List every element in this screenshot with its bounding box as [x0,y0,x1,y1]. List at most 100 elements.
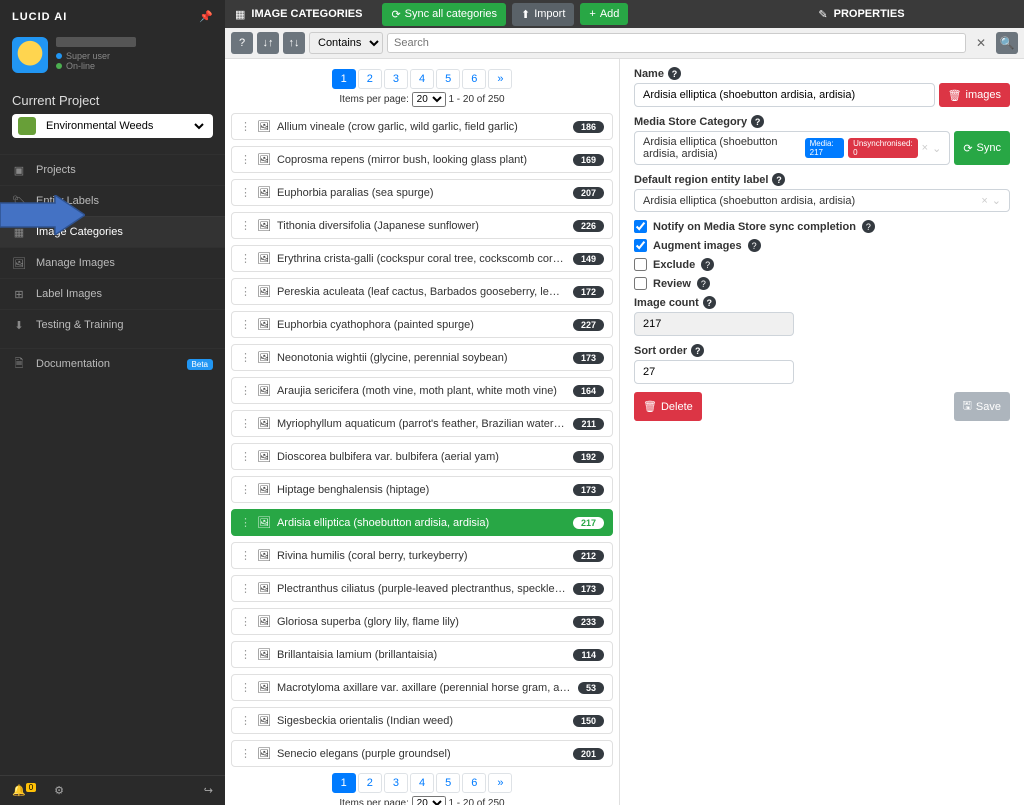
review-checkbox[interactable] [634,277,647,290]
page-3[interactable]: 3 [384,69,408,89]
add-button[interactable]: +Add [580,3,628,25]
drag-handle-icon[interactable]: ⋮ [240,252,251,265]
help-icon[interactable]: ? [701,258,714,271]
augment-checkbox[interactable] [634,239,647,252]
page-2[interactable]: 2 [358,773,382,793]
images-button[interactable]: 🗑images [939,83,1010,107]
drag-handle-icon[interactable]: ⋮ [240,648,251,661]
page-1[interactable]: 1 [332,773,356,793]
page-3[interactable]: 3 [384,773,408,793]
pin-icon[interactable]: 📌 [199,10,213,23]
category-item[interactable]: ⋮🖼Allium vineale (crow garlic, wild garl… [231,113,613,140]
drag-handle-icon[interactable]: ⋮ [240,120,251,133]
clear-search-icon[interactable]: ✕ [970,36,992,50]
category-item[interactable]: ⋮🖼Brillantaisia lamium (brillantaisia)11… [231,641,613,668]
nav-label-images[interactable]: ⊞Label Images [0,278,225,309]
help-icon[interactable]: ? [231,32,253,54]
category-item[interactable]: ⋮🖼Araujia sericifera (moth vine, moth pl… [231,377,613,404]
notifications-icon[interactable]: 🔔0 [12,784,36,797]
sort-order-input[interactable] [634,360,794,384]
search-input[interactable] [387,33,966,53]
project-selector[interactable]: Environmental Weeds [12,114,213,138]
drag-handle-icon[interactable]: ⋮ [240,747,251,760]
settings-icon[interactable]: ⚙ [54,784,64,797]
notify-checkbox[interactable] [634,220,647,233]
chevron-down-icon[interactable]: ⌄ [932,142,941,155]
drag-handle-icon[interactable]: ⋮ [240,483,251,496]
category-item[interactable]: ⋮🖼Euphorbia paralias (sea spurge)207 [231,179,613,206]
category-item[interactable]: ⋮🖼Neonotonia wightii (glycine, perennial… [231,344,613,371]
drag-handle-icon[interactable]: ⋮ [240,516,251,529]
drag-handle-icon[interactable]: ⋮ [240,186,251,199]
category-item[interactable]: ⋮🖼Ardisia elliptica (shoebutton ardisia,… [231,509,613,536]
help-icon[interactable]: ? [703,296,716,309]
filter-mode-select[interactable]: Contains [309,32,383,54]
exclude-checkbox[interactable] [634,258,647,271]
page-4[interactable]: 4 [410,773,434,793]
import-button[interactable]: ⬆Import [512,3,574,26]
drag-handle-icon[interactable]: ⋮ [240,351,251,364]
help-icon[interactable]: ? [668,67,681,80]
page-4[interactable]: 4 [410,69,434,89]
category-item[interactable]: ⋮🖼Coprosma repens (mirror bush, looking … [231,146,613,173]
category-item[interactable]: ⋮🖼Dioscorea bulbifera var. bulbifera (ae… [231,443,613,470]
region-entity-select[interactable]: Ardisia elliptica (shoebutton ardisia, a… [634,189,1010,212]
sort-desc-icon[interactable]: ↑↓ [283,32,305,54]
help-icon[interactable]: ? [691,344,704,357]
project-dropdown[interactable]: Environmental Weeds [42,119,207,133]
help-icon[interactable]: ? [862,220,875,233]
drag-handle-icon[interactable]: ⋮ [240,450,251,463]
drag-handle-icon[interactable]: ⋮ [240,615,251,628]
nav-documentation[interactable]: 🗎DocumentationBeta [0,348,225,379]
nav-projects[interactable]: ▣Projects [0,154,225,185]
items-per-page-select-bottom[interactable]: 20 [412,796,446,805]
category-item[interactable]: ⋮🖼Hiptage benghalensis (hiptage)173 [231,476,613,503]
drag-handle-icon[interactable]: ⋮ [240,714,251,727]
clear-icon[interactable]: × [981,195,987,207]
page-5[interactable]: 5 [436,773,460,793]
nav-testing-training[interactable]: ⬇Testing & Training [0,309,225,340]
chevron-down-icon[interactable]: ⌄ [992,194,1001,207]
sync-all-button[interactable]: ⟳Sync all categories [382,3,506,26]
items-per-page-select[interactable]: 20 [412,92,446,107]
category-item[interactable]: ⋮🖼Plectranthus ciliatus (purple-leaved p… [231,575,613,602]
page-1[interactable]: 1 [332,69,356,89]
save-button[interactable]: 🖫Save [954,392,1010,421]
drag-handle-icon[interactable]: ⋮ [240,582,251,595]
page-6[interactable]: 6 [462,773,486,793]
help-icon[interactable]: ? [748,239,761,252]
page-2[interactable]: 2 [358,69,382,89]
category-item[interactable]: ⋮🖼Tithonia diversifolia (Japanese sunflo… [231,212,613,239]
drag-handle-icon[interactable]: ⋮ [240,681,251,694]
help-icon[interactable]: ? [751,115,764,128]
drag-handle-icon[interactable]: ⋮ [240,219,251,232]
drag-handle-icon[interactable]: ⋮ [240,153,251,166]
delete-button[interactable]: 🗑Delete [634,392,702,421]
drag-handle-icon[interactable]: ⋮ [240,417,251,430]
drag-handle-icon[interactable]: ⋮ [240,285,251,298]
page-5[interactable]: 5 [436,69,460,89]
category-item[interactable]: ⋮🖼Macrotyloma axillare var. axillare (pe… [231,674,613,701]
clear-icon[interactable]: × [922,142,928,154]
page-»[interactable]: » [488,773,512,793]
drag-handle-icon[interactable]: ⋮ [240,384,251,397]
name-input[interactable] [634,83,935,107]
category-item[interactable]: ⋮🖼Pereskia aculeata (leaf cactus, Barbad… [231,278,613,305]
page-»[interactable]: » [488,69,512,89]
category-item[interactable]: ⋮🖼Rivina humilis (coral berry, turkeyber… [231,542,613,569]
category-item[interactable]: ⋮🖼Euphorbia cyathophora (painted spurge)… [231,311,613,338]
drag-handle-icon[interactable]: ⋮ [240,318,251,331]
sync-button[interactable]: ⟳Sync [954,131,1010,165]
category-item[interactable]: ⋮🖼Erythrina crista-galli (cockspur coral… [231,245,613,272]
help-icon[interactable]: ? [697,277,710,290]
media-category-select[interactable]: Ardisia elliptica (shoebutton ardisia, a… [634,131,950,165]
drag-handle-icon[interactable]: ⋮ [240,549,251,562]
sort-asc-icon[interactable]: ↓↑ [257,32,279,54]
nav-manage-images[interactable]: 🖼Manage Images [0,247,225,278]
page-6[interactable]: 6 [462,69,486,89]
category-item[interactable]: ⋮🖼Senecio elegans (purple groundsel)201 [231,740,613,767]
category-item[interactable]: ⋮🖼Sigesbeckia orientalis (Indian weed)15… [231,707,613,734]
category-item[interactable]: ⋮🖼Gloriosa superba (glory lily, flame li… [231,608,613,635]
logout-icon[interactable]: ↪ [204,784,213,797]
search-icon[interactable]: 🔍 [996,32,1018,54]
